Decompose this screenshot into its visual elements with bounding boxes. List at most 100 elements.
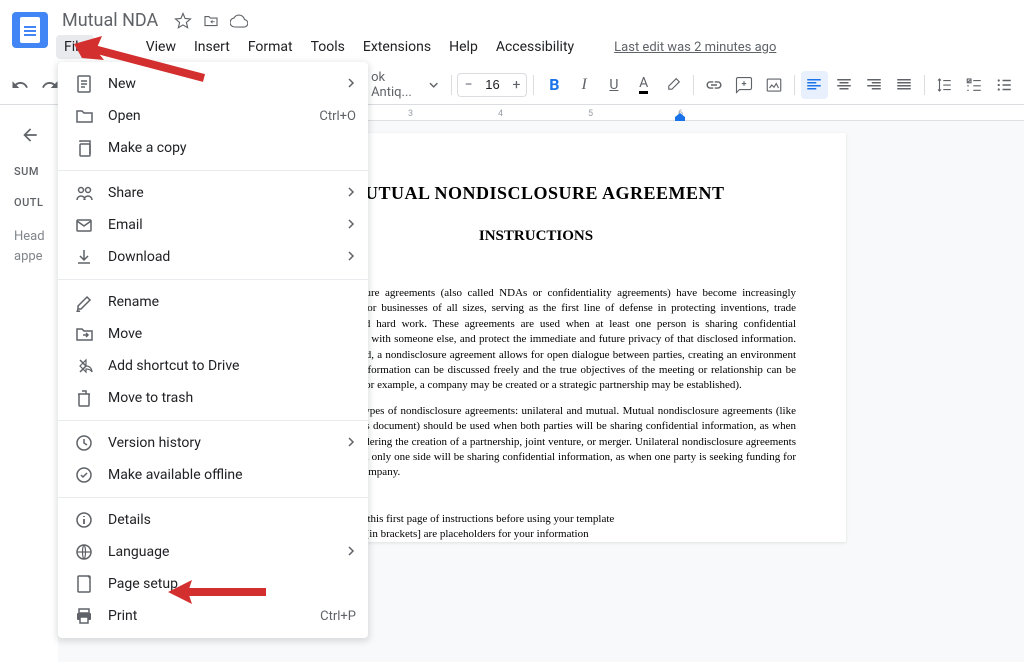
menu-divider bbox=[58, 279, 368, 280]
file-menu-open[interactable]: OpenCtrl+O bbox=[58, 100, 368, 132]
doc-list-item: Delete this first page of instructions b… bbox=[336, 512, 796, 527]
menu-tools[interactable]: Tools bbox=[303, 35, 353, 59]
menu-shortcut: Ctrl+P bbox=[320, 609, 356, 624]
menu-item-label: Language bbox=[108, 544, 332, 560]
menu-item-label: Details bbox=[108, 512, 356, 528]
checklist-button[interactable] bbox=[960, 71, 988, 99]
menu-item-label: Make a copy bbox=[108, 140, 356, 156]
menu-item-label: Page setup bbox=[108, 576, 356, 592]
undo-button[interactable] bbox=[6, 71, 34, 99]
cloud-status-icon[interactable] bbox=[230, 12, 248, 30]
menu-insert[interactable]: Insert bbox=[186, 35, 238, 59]
text-color-button[interactable]: A bbox=[630, 71, 658, 99]
file-menu-move[interactable]: Move bbox=[58, 318, 368, 350]
docs-app-icon[interactable] bbox=[12, 12, 48, 48]
align-right-button[interactable] bbox=[860, 71, 888, 99]
font-size-input[interactable] bbox=[478, 77, 506, 92]
file-menu-page-setup[interactable]: Page setup bbox=[58, 568, 368, 600]
toolbar-separator bbox=[924, 75, 925, 95]
highlight-color-button[interactable] bbox=[660, 71, 688, 99]
file-menu-dropdown: New OpenCtrl+O Make a copy Share Email Downlo… bbox=[58, 62, 368, 638]
print-icon bbox=[74, 606, 94, 626]
submenu-arrow-icon bbox=[346, 544, 356, 560]
font-family-label: ok Antiq... bbox=[371, 71, 425, 99]
font-size-increase-button[interactable]: + bbox=[506, 77, 526, 93]
sidebar-back-button[interactable] bbox=[14, 119, 46, 151]
trash-icon bbox=[74, 388, 94, 408]
insert-link-button[interactable] bbox=[700, 71, 728, 99]
menu-item-label: New bbox=[108, 76, 332, 92]
menu-item-label: Add shortcut to Drive bbox=[108, 358, 356, 374]
submenu-arrow-icon bbox=[346, 435, 356, 451]
bulleted-list-button[interactable] bbox=[990, 71, 1018, 99]
copy-icon bbox=[74, 138, 94, 158]
menu-shortcut: Ctrl+O bbox=[319, 109, 356, 124]
folder-icon bbox=[74, 106, 94, 126]
file-menu-print[interactable]: Print Ctrl+P bbox=[58, 600, 368, 632]
file-menu-add-shortcut-to-drive[interactable]: Add shortcut to Drive bbox=[58, 350, 368, 382]
file-menu-language[interactable]: Language bbox=[58, 536, 368, 568]
file-menu-rename[interactable]: Rename bbox=[58, 286, 368, 318]
file-menu-details[interactable]: Details bbox=[58, 504, 368, 536]
file-menu-new[interactable]: New bbox=[58, 68, 368, 100]
document-title[interactable]: Mutual NDA bbox=[56, 8, 164, 33]
details-icon bbox=[74, 510, 94, 530]
file-menu-version-history[interactable]: Version history bbox=[58, 427, 368, 459]
menu-item-label: Make available offline bbox=[108, 467, 356, 483]
menu-extensions[interactable]: Extensions bbox=[355, 35, 439, 59]
last-edit-link[interactable]: Last edit was 2 minutes ago bbox=[614, 40, 776, 55]
move-to-folder-icon[interactable] bbox=[202, 12, 220, 30]
rename-icon bbox=[74, 292, 94, 312]
page-setup-icon bbox=[74, 574, 94, 594]
submenu-arrow-icon bbox=[346, 76, 356, 92]
submenu-arrow-icon bbox=[346, 249, 356, 265]
history-icon bbox=[74, 433, 94, 453]
menu-item-label: Share bbox=[108, 185, 332, 201]
add-comment-button[interactable] bbox=[730, 71, 758, 99]
language-icon bbox=[74, 542, 94, 562]
italic-button[interactable]: I bbox=[570, 71, 598, 99]
offline-icon bbox=[74, 465, 94, 485]
font-size-decrease-button[interactable]: − bbox=[458, 77, 478, 93]
doc-paragraph: Nondisclosure agreements (also called ND… bbox=[316, 286, 796, 394]
download-icon bbox=[74, 247, 94, 267]
menu-file[interactable]: File bbox=[56, 35, 94, 59]
sidebar-summary-label: SUM bbox=[14, 165, 50, 178]
doc-list-item: Fields [in brackets] are placeholders fo… bbox=[336, 527, 796, 542]
menubar: File Edit View Insert Format Tools Exten… bbox=[56, 35, 1012, 59]
menu-item-label: Move bbox=[108, 326, 356, 342]
align-left-button[interactable] bbox=[801, 71, 829, 99]
menu-item-label: Download bbox=[108, 249, 332, 265]
menu-item-label: Print bbox=[108, 608, 306, 624]
menu-help[interactable]: Help bbox=[441, 35, 486, 59]
underline-button[interactable]: U bbox=[600, 71, 628, 99]
file-menu-move-to-trash[interactable]: Move to trash bbox=[58, 382, 368, 414]
menu-view[interactable]: View bbox=[138, 35, 184, 59]
toolbar-separator bbox=[533, 75, 534, 95]
menu-accessibility[interactable]: Accessibility bbox=[488, 35, 582, 59]
file-menu-share[interactable]: Share bbox=[58, 177, 368, 209]
mail-icon bbox=[74, 215, 94, 235]
sidebar-outline-label: OUTL bbox=[14, 196, 50, 209]
align-justify-button[interactable] bbox=[890, 71, 918, 99]
menu-item-label: Move to trash bbox=[108, 390, 356, 406]
share-icon bbox=[74, 183, 94, 203]
move-icon bbox=[74, 324, 94, 344]
ruler-tick: 3 bbox=[408, 109, 413, 119]
submenu-arrow-icon bbox=[346, 185, 356, 201]
line-spacing-button[interactable] bbox=[931, 71, 959, 99]
file-menu-email[interactable]: Email bbox=[58, 209, 368, 241]
menu-item-label: Rename bbox=[108, 294, 356, 310]
toolbar-separator bbox=[451, 75, 452, 95]
file-menu-download[interactable]: Download bbox=[58, 241, 368, 273]
align-center-button[interactable] bbox=[830, 71, 858, 99]
insert-image-button[interactable] bbox=[760, 71, 788, 99]
toolbar-separator bbox=[693, 75, 694, 95]
menu-format[interactable]: Format bbox=[240, 35, 301, 59]
bold-button[interactable]: B bbox=[540, 71, 568, 99]
font-size-control: − + bbox=[457, 73, 527, 97]
file-menu-make-a-copy[interactable]: Make a copy bbox=[58, 132, 368, 164]
font-family-selector[interactable]: ok Antiq... bbox=[365, 71, 444, 99]
file-menu-make-available-offline[interactable]: Make available offline bbox=[58, 459, 368, 491]
star-icon[interactable] bbox=[174, 12, 192, 30]
